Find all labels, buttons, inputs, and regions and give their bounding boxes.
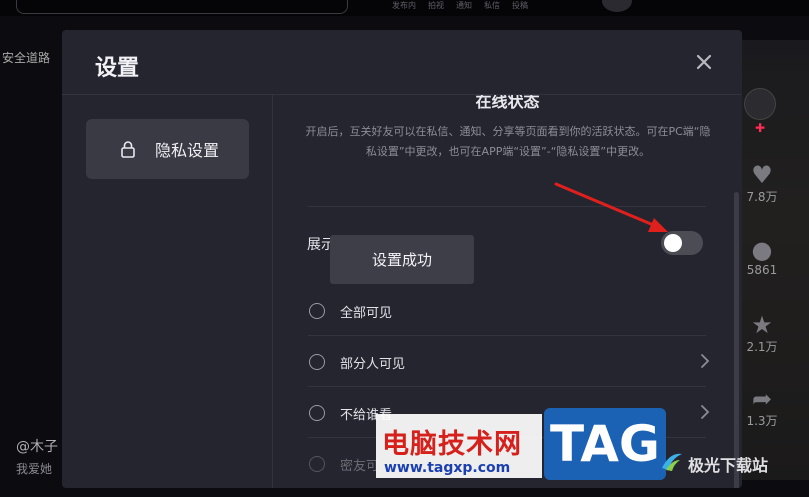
divider — [308, 206, 706, 207]
comment-count: 5861 — [746, 263, 778, 277]
toggle-knob — [664, 234, 682, 252]
nav-item[interactable]: 投稿 — [512, 0, 528, 11]
chevron-right-icon — [701, 354, 710, 368]
favorite-count: 2.1万 — [746, 340, 778, 354]
section-description: 开启后，互关好友可以在私信、通知、分享等页面看到你的活跃状态。可在PC端“隐私设… — [305, 125, 711, 158]
option-label: 部分人可见 — [340, 356, 406, 372]
watermark-url: www.tagxp.com — [384, 460, 511, 476]
watermark-box: 电脑技术网 www.tagxp.com — [376, 414, 542, 478]
scrollbar[interactable] — [734, 192, 739, 488]
favorite-button[interactable]: ★ 2.1万 — [742, 312, 782, 355]
share-button[interactable]: ➦ 1.3万 — [742, 386, 782, 429]
video-caption: 安全道路 — [2, 51, 51, 65]
sidebar-item-label: 隐私设置 — [155, 141, 220, 160]
follow-plus-icon[interactable]: ✚ — [755, 121, 765, 135]
option-some-visible[interactable]: 部分人可见 — [309, 337, 711, 387]
success-toast: 设置成功 — [330, 235, 474, 284]
video-author[interactable]: @木子 — [16, 436, 58, 456]
close-icon — [696, 54, 712, 70]
watermark-tag-logo: TAG — [544, 408, 666, 480]
heart-icon: ♥ — [751, 161, 773, 189]
modal-header: 设置 — [62, 30, 742, 95]
like-button[interactable]: ♥ 7.8万 — [742, 162, 782, 205]
settings-sidebar: 隐私设置 — [62, 95, 273, 488]
nav-item[interactable]: 私信 — [484, 0, 500, 11]
share-count: 1.3万 — [746, 414, 778, 428]
comment-icon: ● — [751, 236, 773, 264]
close-button[interactable] — [690, 48, 718, 76]
radio-button[interactable] — [309, 354, 325, 370]
radio-button[interactable] — [309, 405, 325, 421]
comment-button[interactable]: ● 5861 — [742, 237, 782, 277]
watermark: 电脑技术网 www.tagxp.com TAG — [376, 408, 666, 484]
divider — [308, 335, 706, 336]
option-label: 全部可见 — [340, 305, 393, 321]
modal-title: 设置 — [95, 56, 140, 81]
search-box[interactable] — [16, 0, 348, 14]
radio-button[interactable] — [309, 456, 325, 472]
top-nav: 发布内 拍视 通知 私信 投稿 — [392, 0, 528, 11]
nav-item[interactable]: 发布内 — [392, 0, 416, 11]
lock-icon — [121, 141, 135, 158]
radio-button[interactable] — [309, 303, 325, 319]
option-all-visible[interactable]: 全部可见 — [309, 286, 711, 336]
online-status-toggle[interactable] — [661, 231, 703, 255]
nav-item[interactable]: 通知 — [456, 0, 472, 11]
section-title: 在线状态 — [475, 95, 540, 111]
divider — [308, 386, 706, 387]
nav-item[interactable]: 拍视 — [428, 0, 444, 11]
option-label: 密友可 — [340, 458, 380, 474]
video-description: 我爱她 — [16, 462, 53, 476]
watermark-site-name: 电脑技术网 — [382, 429, 522, 460]
aurora-logo-icon — [662, 453, 682, 471]
watermark-secondary: 极光下载站 — [688, 456, 769, 475]
like-count: 7.8万 — [746, 190, 778, 204]
chevron-right-icon — [701, 405, 710, 419]
share-icon: ➦ — [751, 385, 773, 413]
star-icon: ★ — [751, 311, 773, 339]
sidebar-item-privacy[interactable]: 隐私设置 — [86, 119, 249, 179]
author-avatar[interactable] — [744, 88, 776, 120]
